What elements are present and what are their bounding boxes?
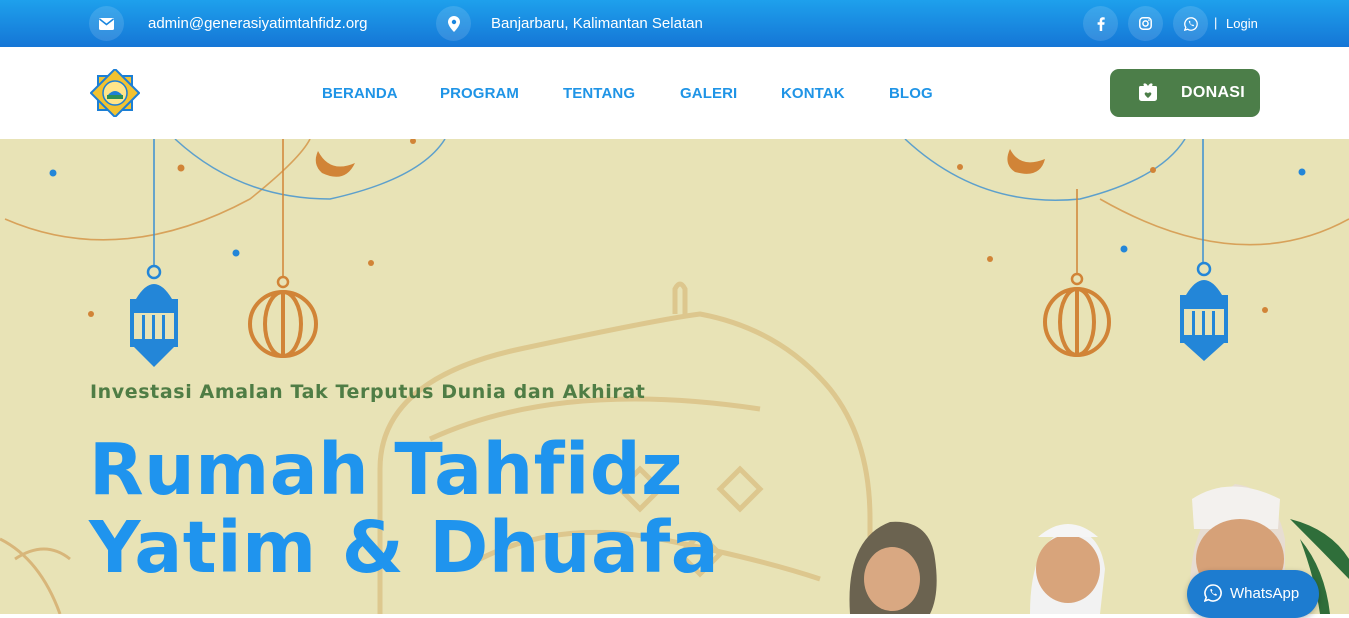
nav-tentang[interactable]: TENTANG [563,85,635,102]
donate-label: DONASI [1181,84,1246,101]
top-info-bar: admin@generasiyatimtahfidz.org Banjarbar… [0,0,1349,47]
hero-headline-line-1: Rumah Tahfidz [89,428,683,511]
whatsapp-icon [1203,584,1222,603]
contact-email[interactable]: admin@generasiyatimtahfidz.org [148,15,368,32]
gift-heart-icon [1138,82,1158,102]
contact-location: Banjarbaru, Kalimantan Selatan [491,15,703,32]
instagram-icon[interactable] [1128,6,1163,41]
map-pin-icon [436,6,471,41]
hero-section: Investasi Amalan Tak Terputus Dunia dan … [0,139,1349,614]
site-logo[interactable] [89,67,141,119]
nav-beranda[interactable]: BERANDA [322,85,398,102]
main-header: BERANDA PROGRAM TENTANG GALERI KONTAK BL… [0,47,1349,139]
whatsapp-label: WhatsApp [1230,585,1300,602]
hero-tagline: Investasi Amalan Tak Terputus Dunia dan … [90,381,646,403]
nav-kontak[interactable]: KONTAK [781,85,845,102]
facebook-icon[interactable] [1083,6,1118,41]
nav-blog[interactable]: BLOG [889,85,933,102]
nav-program[interactable]: PROGRAM [440,85,519,102]
hero-headline: Rumah Tahfidz Yatim & Dhuafa [89,431,719,587]
login-link[interactable]: Login [1226,16,1258,31]
topbar-separator: | [1214,15,1218,30]
envelope-icon [89,6,124,41]
donate-button[interactable]: DONASI [1110,69,1260,117]
hero-headline-line-2: Yatim & Dhuafa [89,506,720,589]
nav-galeri[interactable]: GALERI [680,85,737,102]
whatsapp-float-button[interactable]: WhatsApp [1187,570,1319,618]
whatsapp-icon[interactable] [1173,6,1208,41]
